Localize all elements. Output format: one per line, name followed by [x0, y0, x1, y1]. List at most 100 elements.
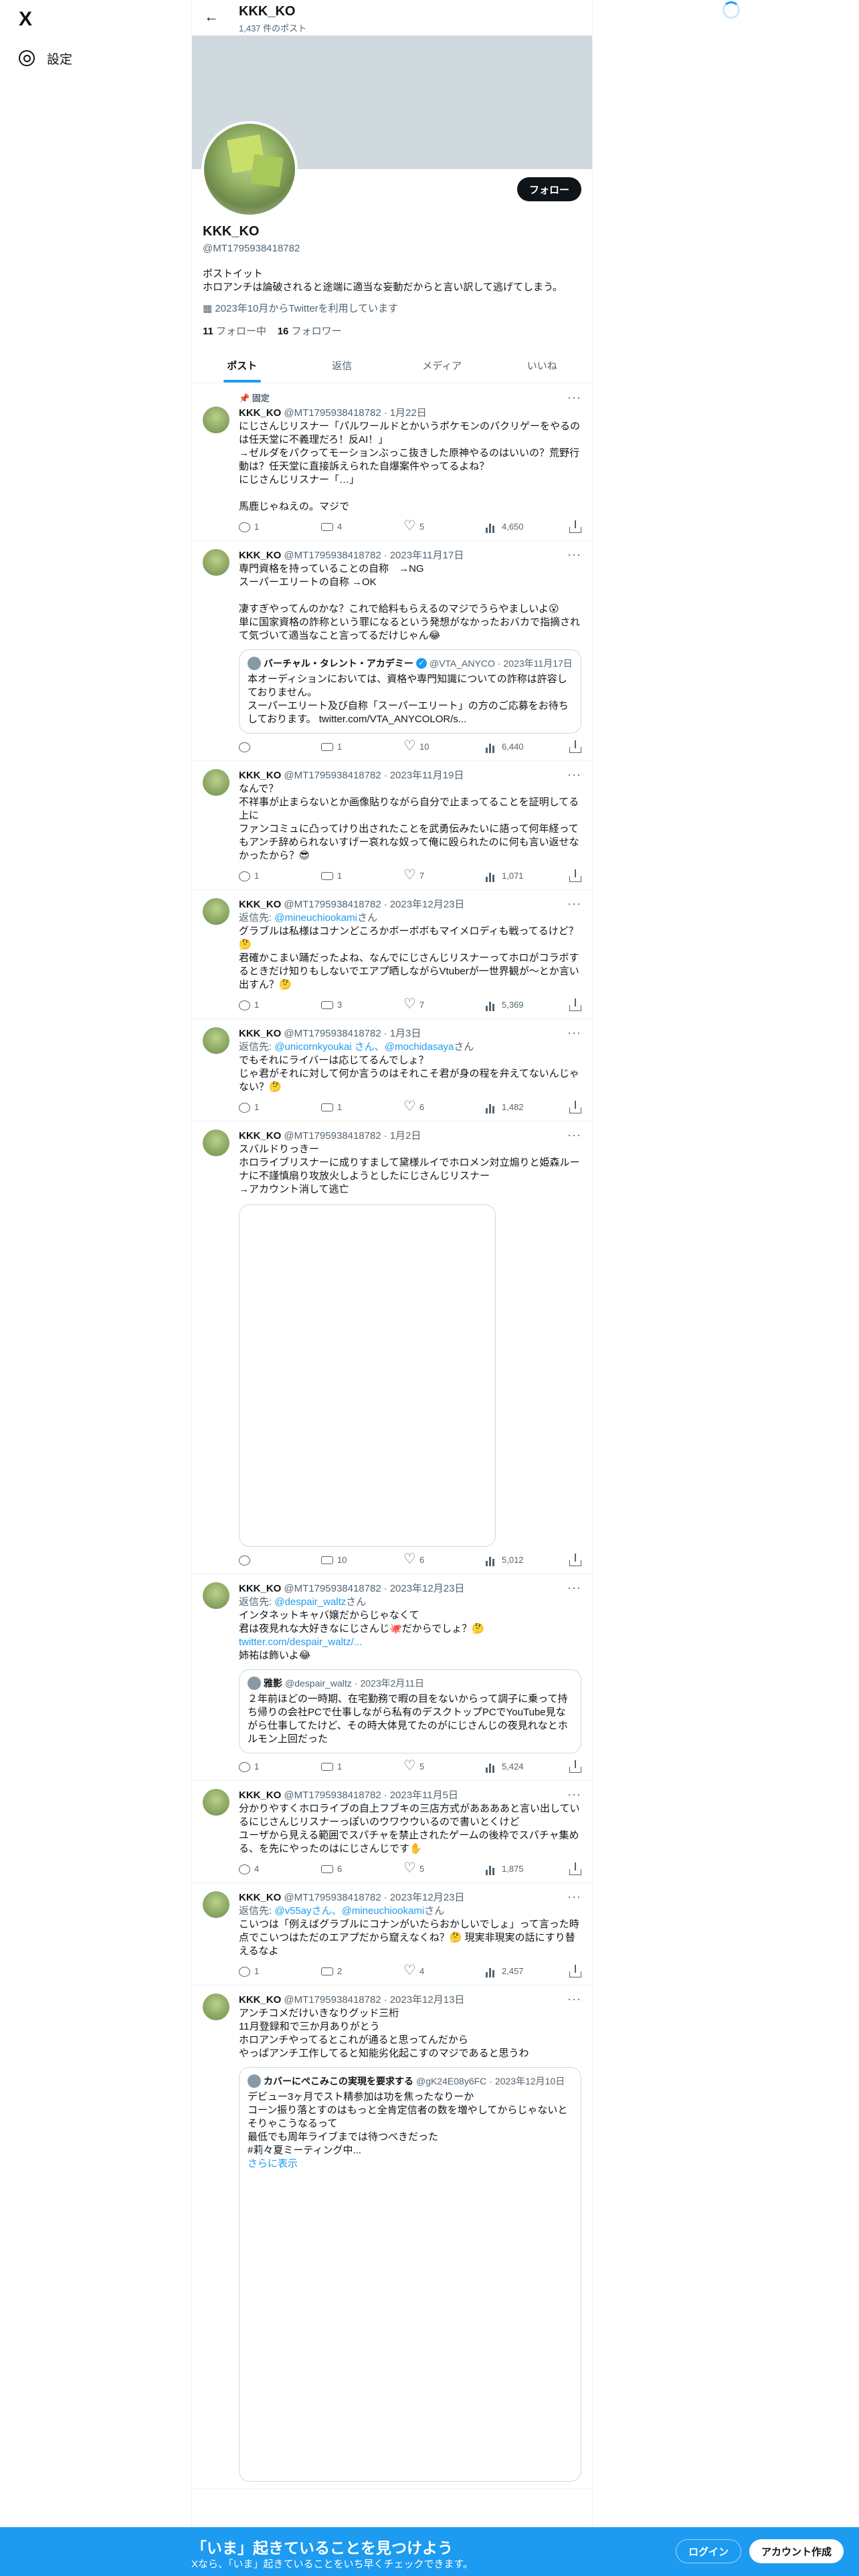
- tweet-date[interactable]: 1月2日: [390, 1130, 421, 1143]
- repost-button[interactable]: 2: [321, 1965, 361, 1978]
- tweet-author-name[interactable]: KKK_KO: [239, 1994, 281, 2007]
- tweet-handle[interactable]: @MT1795938418782: [284, 769, 381, 782]
- tweet-media[interactable]: [239, 1204, 496, 1547]
- repost-button[interactable]: 4: [321, 520, 361, 534]
- tweet-date[interactable]: 2023年11月19日: [390, 769, 464, 782]
- avatar[interactable]: [201, 121, 298, 217]
- tweet-author-name[interactable]: KKK_KO: [239, 898, 281, 911]
- share-button[interactable]: [568, 998, 581, 1012]
- tweet[interactable]: ··· KKK_KO @MT1795938418782 · 2023年12月23日 返信先…: [192, 890, 592, 1019]
- repost-button[interactable]: 1: [321, 1101, 361, 1114]
- quote-tweet[interactable]: カバーにぺこみこの実現を要求する @gK24E08y6FC · 2023年12月10日…: [239, 2067, 581, 2482]
- views-button[interactable]: 1,071: [486, 869, 526, 883]
- tweet-author-name[interactable]: KKK_KO: [239, 769, 281, 782]
- tweet-author-name[interactable]: KKK_KO: [239, 1027, 281, 1041]
- share-button[interactable]: [568, 1100, 581, 1114]
- tweet-avatar[interactable]: [203, 1027, 229, 1054]
- tweet-avatar[interactable]: [203, 1582, 229, 1609]
- like-button[interactable]: 5: [403, 1860, 444, 1877]
- like-button[interactable]: 7: [403, 867, 444, 884]
- reply-button[interactable]: 1: [239, 1965, 279, 1978]
- repost-button[interactable]: 6: [321, 1862, 361, 1876]
- reply-button[interactable]: 1: [239, 998, 279, 1012]
- tweet-date[interactable]: 2023年12月13日: [390, 1994, 465, 2007]
- reply-to-link[interactable]: @mineuchiookami: [274, 912, 357, 924]
- repost-button[interactable]: 1: [321, 869, 361, 883]
- tweet-link[interactable]: twitter.com/despair_waltz/...: [239, 1636, 581, 1649]
- repost-button[interactable]: 1: [321, 740, 361, 754]
- tweet-handle[interactable]: @MT1795938418782: [284, 1027, 381, 1041]
- tweet-date[interactable]: 2023年12月23日: [390, 1891, 465, 1905]
- reply-button[interactable]: 1: [239, 869, 279, 883]
- tweet[interactable]: ··· KKK_KO @MT1795938418782 · 2023年12月23日 返信先…: [192, 1883, 592, 1985]
- login-button[interactable]: ログイン: [676, 2539, 742, 2563]
- tweet-date[interactable]: 2023年11月5日: [390, 1789, 458, 1802]
- tweet-author-name[interactable]: KKK_KO: [239, 1582, 281, 1596]
- reply-button[interactable]: [239, 1553, 279, 1567]
- repost-button[interactable]: 10: [321, 1553, 361, 1567]
- tweet-avatar[interactable]: [203, 407, 229, 433]
- tweet-date[interactable]: 1月22日: [390, 407, 427, 420]
- tweet-avatar[interactable]: [203, 1130, 229, 1156]
- tweet-avatar[interactable]: [203, 1891, 229, 1918]
- tab-posts[interactable]: ポスト: [192, 348, 292, 383]
- views-button[interactable]: 4,650: [486, 520, 526, 534]
- show-more-link[interactable]: さらに表示: [248, 2157, 573, 2171]
- tweet-author-name[interactable]: KKK_KO: [239, 1789, 281, 1802]
- tweet-author-name[interactable]: KKK_KO: [239, 407, 281, 420]
- tweet[interactable]: ··· KKK_KO @MT1795938418782 · 1月3日 返信先: @unic…: [192, 1019, 592, 1121]
- tweet-handle[interactable]: @MT1795938418782: [284, 898, 381, 911]
- views-button[interactable]: 5,424: [486, 1760, 526, 1774]
- tab-media[interactable]: メディア: [392, 348, 492, 383]
- more-icon[interactable]: ···: [567, 897, 581, 910]
- more-icon[interactable]: ···: [567, 768, 581, 781]
- quote-tweet[interactable]: 雅影 @despair_waltz · 2023年2月11日 ２年前ほどの一時期、在宅…: [239, 1669, 581, 1753]
- more-icon[interactable]: ···: [567, 1128, 581, 1142]
- more-icon[interactable]: ···: [567, 1992, 581, 2006]
- tweet-handle[interactable]: @MT1795938418782: [284, 1582, 381, 1596]
- reply-button[interactable]: 4: [239, 1862, 279, 1876]
- followers-link[interactable]: 16 フォロワー: [278, 326, 342, 337]
- tweet-date[interactable]: 2023年11月17日: [390, 549, 464, 562]
- tweet[interactable]: ··· KKK_KO @MT1795938418782 · 2023年12月23日 返信先…: [192, 1574, 592, 1781]
- quote-tweet[interactable]: バーチャル・タレント・アカデミー ✓ @VTA_ANYCO · 2023年11月17日 …: [239, 649, 581, 734]
- tweet[interactable]: ··· KKK_KO @MT1795938418782 · 1月2日 スバルドりっきー ホ…: [192, 1121, 592, 1574]
- tweet-author-name[interactable]: KKK_KO: [239, 1891, 281, 1905]
- more-icon[interactable]: ···: [567, 1026, 581, 1039]
- signup-button[interactable]: アカウント作成: [749, 2539, 844, 2563]
- like-button[interactable]: 6: [403, 1098, 444, 1115]
- more-icon[interactable]: ···: [567, 1788, 581, 1801]
- views-button[interactable]: 5,012: [486, 1553, 526, 1567]
- tweet-handle[interactable]: @MT1795938418782: [284, 549, 381, 562]
- tweet-handle[interactable]: @MT1795938418782: [284, 1891, 381, 1905]
- nav-settings[interactable]: 設定: [19, 47, 72, 70]
- tweet-date[interactable]: 1月3日: [390, 1027, 421, 1041]
- follow-button[interactable]: フォロー: [516, 177, 581, 201]
- views-button[interactable]: 6,440: [486, 740, 526, 754]
- tab-likes[interactable]: いいね: [492, 348, 593, 383]
- tweet-handle[interactable]: @MT1795938418782: [284, 1130, 381, 1143]
- share-button[interactable]: [568, 869, 581, 883]
- reply-to-link[interactable]: @despair_waltz: [274, 1596, 346, 1608]
- views-button[interactable]: 1,875: [486, 1862, 526, 1876]
- tweet-handle[interactable]: @MT1795938418782: [284, 1789, 381, 1802]
- views-button[interactable]: 1,482: [486, 1101, 526, 1114]
- repost-button[interactable]: 3: [321, 998, 361, 1012]
- more-icon[interactable]: ···: [567, 548, 581, 561]
- tweet[interactable]: ··· KKK_KO @MT1795938418782 · 2023年11月19日 なんで…: [192, 761, 592, 890]
- tweet-avatar[interactable]: [203, 898, 229, 925]
- reply-button[interactable]: 1: [239, 520, 279, 534]
- reply-button[interactable]: 1: [239, 1101, 279, 1114]
- like-button[interactable]: 5: [403, 518, 444, 535]
- tweet-author-name[interactable]: KKK_KO: [239, 1130, 281, 1143]
- tweet-avatar[interactable]: [203, 1994, 229, 2020]
- tweet-author-name[interactable]: KKK_KO: [239, 549, 281, 562]
- tweet[interactable]: ··· KKK_KO @MT1795938418782 · 2023年11月17日 専門資…: [192, 541, 592, 761]
- repost-button[interactable]: 1: [321, 1760, 361, 1774]
- like-button[interactable]: 6: [403, 1551, 444, 1568]
- back-arrow-icon[interactable]: ←: [201, 8, 221, 25]
- tweet-handle[interactable]: @MT1795938418782: [284, 407, 381, 420]
- share-button[interactable]: [568, 1862, 581, 1876]
- reply-button[interactable]: [239, 740, 279, 754]
- tab-replies[interactable]: 返信: [292, 348, 393, 383]
